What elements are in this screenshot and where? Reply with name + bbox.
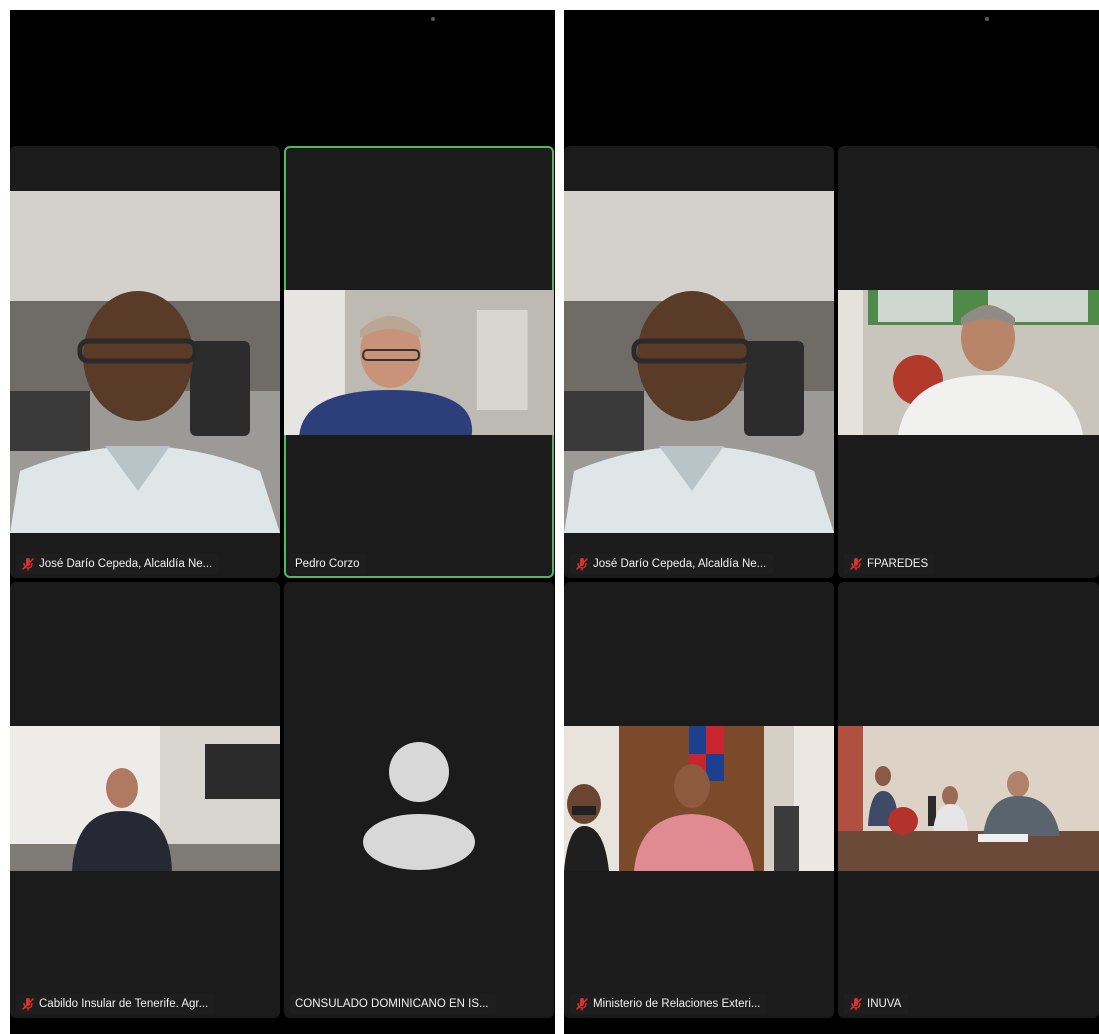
- participant-name-label: José Darío Cepeda, Alcaldía Ne...: [570, 554, 774, 574]
- participant-tile[interactable]: FPAREDES: [838, 146, 1099, 578]
- participant-video: [838, 290, 1099, 435]
- participant-video: [10, 191, 280, 533]
- participant-tile-active-speaker[interactable]: Pedro Corzo: [284, 146, 554, 578]
- participant-video: [284, 290, 554, 435]
- participant-name: Cabildo Insular de Tenerife. Agr...: [39, 998, 209, 1010]
- participant-name: Pedro Corzo: [295, 558, 360, 570]
- camera-dot-icon: [985, 17, 989, 21]
- participant-name: José Darío Cepeda, Alcaldía Ne...: [39, 558, 213, 570]
- participant-video: [564, 191, 834, 533]
- participant-name: CONSULADO DOMINICANO EN IS...: [295, 998, 489, 1010]
- participant-name-label: José Darío Cepeda, Alcaldía Ne...: [16, 554, 220, 574]
- user-avatar-icon: [363, 742, 475, 870]
- meeting-screen-right: José Darío Cepeda, Alcaldía Ne... FPARED…: [564, 10, 1099, 1034]
- participant-name-label: FPAREDES: [844, 554, 936, 574]
- participant-video: [564, 726, 834, 871]
- mic-muted-icon: [575, 557, 589, 571]
- participant-tile[interactable]: Cabildo Insular de Tenerife. Agr...: [10, 582, 280, 1018]
- participant-tile-no-video[interactable]: CONSULADO DOMINICANO EN IS...: [284, 582, 554, 1018]
- participant-name: Ministerio de Relaciones Exteri...: [593, 998, 761, 1010]
- participant-name-label: INUVA: [844, 994, 909, 1014]
- meeting-screen-left: José Darío Cepeda, Alcaldía Ne... Pedro …: [10, 10, 555, 1034]
- participant-name: FPAREDES: [867, 558, 929, 570]
- participant-name: José Darío Cepeda, Alcaldía Ne...: [593, 558, 767, 570]
- camera-dot-icon: [431, 17, 435, 21]
- participant-name-label: CONSULADO DOMINICANO EN IS...: [290, 994, 496, 1014]
- mic-muted-icon: [21, 997, 35, 1011]
- participant-name-label: Cabildo Insular de Tenerife. Agr...: [16, 994, 216, 1014]
- mic-muted-icon: [849, 997, 863, 1011]
- participant-video: [838, 726, 1099, 871]
- mic-muted-icon: [849, 557, 863, 571]
- mic-muted-icon: [21, 557, 35, 571]
- participant-tile[interactable]: Ministerio de Relaciones Exteri...: [564, 582, 834, 1018]
- participant-name: INUVA: [867, 998, 902, 1010]
- participant-name-label: Pedro Corzo: [290, 554, 367, 574]
- participant-tile[interactable]: José Darío Cepeda, Alcaldía Ne...: [564, 146, 834, 578]
- participant-tile[interactable]: José Darío Cepeda, Alcaldía Ne...: [10, 146, 280, 578]
- participant-name-label: Ministerio de Relaciones Exteri...: [570, 994, 768, 1014]
- participant-tile[interactable]: INUVA: [838, 582, 1099, 1018]
- mic-muted-icon: [575, 997, 589, 1011]
- participant-video: [10, 726, 280, 871]
